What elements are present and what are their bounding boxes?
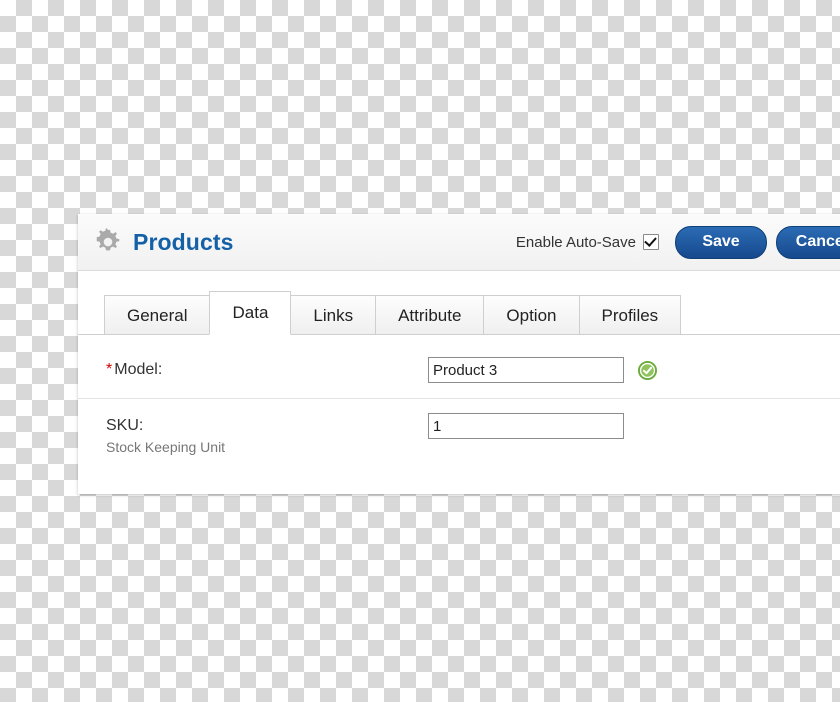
gear-icon [92,226,124,258]
panel-header: Products Enable Auto-Save Save Cancel [78,214,840,271]
valid-check-icon [638,360,657,380]
tab-general[interactable]: General [104,295,211,335]
model-label: * Model: [106,360,428,380]
model-label-text: Model: [114,361,163,378]
autosave-label: Enable Auto-Save [515,233,636,251]
sku-label: SKU: [106,417,144,434]
model-label-group: * Model: [106,357,428,380]
tab-links[interactable]: Links [290,295,377,335]
products-admin-panel: Products Enable Auto-Save Save Cancel Ge… [78,214,840,494]
header-actions: Enable Auto-Save Save Cancel [515,225,840,259]
data-tab-form: *Model: SKU: Stock Keeping Unit [78,335,840,466]
tab-bar: General Data Links Attribute Option Prof… [78,291,840,335]
sku-input[interactable] [428,413,624,439]
sku-input-group [428,413,624,439]
tab-profiles[interactable]: Profiles [578,295,682,335]
model-input-group [428,357,657,383]
tab-attribute[interactable]: Attribute [375,295,485,335]
tab-option[interactable]: Option [483,295,580,335]
page-title: Products [133,228,234,255]
tab-data[interactable]: Data [209,291,292,335]
sku-label-group: SKU: Stock Keeping Unit [106,413,428,456]
required-marker: * [106,361,113,378]
form-row-model: * Model: [78,343,840,399]
sku-help-text: Stock Keeping Unit [106,439,226,455]
model-input[interactable] [428,357,624,383]
autosave-checkbox[interactable] [643,234,659,250]
cancel-button[interactable]: Cancel [776,225,840,259]
form-row-sku: SKU: Stock Keeping Unit [78,399,840,466]
save-button[interactable]: Save [675,225,767,259]
